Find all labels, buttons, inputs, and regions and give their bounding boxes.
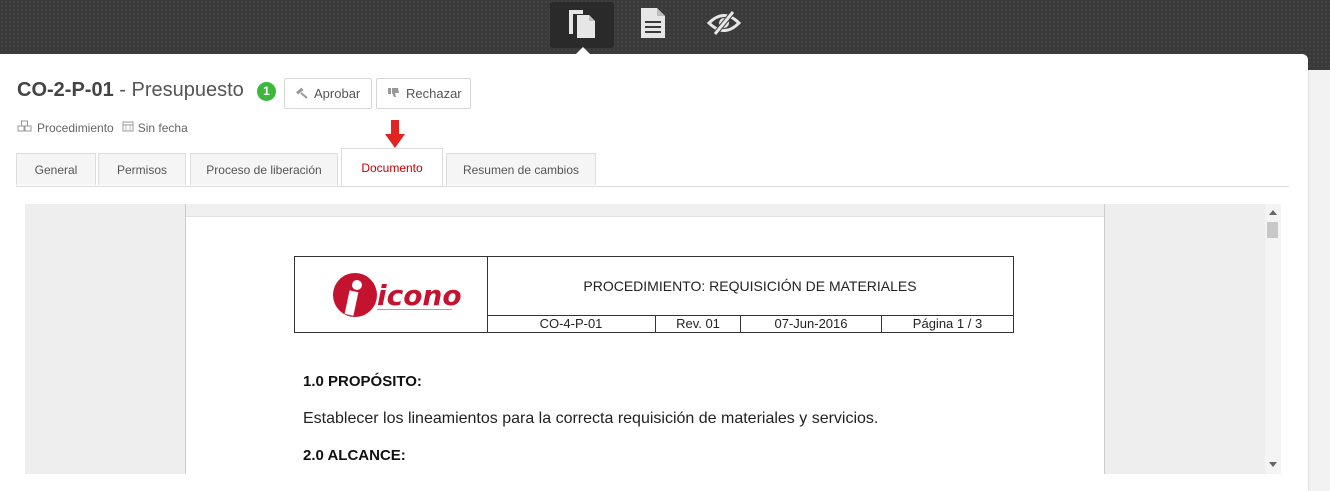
tab-proceso-liberacion[interactable]: Proceso de liberación (190, 153, 338, 185)
scrollbar-thumb[interactable] (1267, 222, 1278, 238)
hide-button[interactable] (692, 2, 756, 48)
section2-title: 2.0 ALCANCE: (303, 447, 406, 464)
gavel-icon (295, 86, 308, 102)
tab-bar: General Permisos Proceso de liberación D… (16, 148, 1289, 187)
revision-cell: Rev. 01 (656, 315, 741, 332)
calendar-icon (122, 120, 134, 135)
section1-text: Establecer los lineamientos para la corr… (303, 410, 879, 427)
count-badge: 1 (257, 82, 276, 101)
document-meta: Procedimiento Sin fecha (17, 120, 188, 135)
title-separator: - (113, 79, 132, 101)
tab-documento[interactable]: Documento (341, 148, 443, 186)
page-top-edge (186, 204, 1104, 217)
tab-label: Permisos (116, 162, 167, 177)
active-view-caret (575, 47, 591, 55)
document-text-icon (639, 6, 667, 45)
company-logo: icono (295, 257, 488, 332)
document-text-button[interactable] (621, 2, 685, 48)
doc-code-cell: CO-4-P-01 (487, 315, 656, 332)
procedure-title: PROCEDIMIENTO: REQUISICIÓN DE MATERIALES (487, 257, 1013, 316)
document-name: Presupuesto (131, 79, 244, 101)
page-cell: Página 1 / 3 (912, 316, 983, 331)
scroll-up-icon[interactable] (1269, 210, 1277, 215)
document-page: icono PROCEDIMIENTO: REQUISICIÓN DE MATE… (185, 204, 1105, 474)
reject-button[interactable]: Rechazar (376, 78, 471, 109)
document-header-table: icono PROCEDIMIENTO: REQUISICIÓN DE MATE… (294, 256, 1014, 333)
cubes-icon (17, 120, 33, 135)
tab-resumen-cambios[interactable]: Resumen de cambios (446, 153, 596, 185)
documents-view-button[interactable] (550, 2, 614, 48)
tab-label: Resumen de cambios (462, 162, 580, 177)
thumbs-down-icon (387, 86, 400, 102)
scroll-down-icon[interactable] (1269, 462, 1277, 467)
page-title: CO-2-P-01 - Presupuesto (17, 79, 244, 102)
approve-label: Aprobar (314, 86, 361, 101)
tab-label: Proceso de liberación (206, 162, 322, 177)
approve-button[interactable]: Aprobar (284, 78, 372, 109)
reject-label: Rechazar (406, 86, 462, 101)
section1-title: 1.0 PROPÓSITO: (303, 373, 422, 390)
tab-label: Documento (361, 160, 423, 175)
document-type: Procedimiento (37, 120, 114, 135)
right-strip (1308, 70, 1330, 491)
documents-icon (565, 6, 599, 45)
document-date: Sin fecha (137, 120, 188, 135)
tab-general[interactable]: General (16, 153, 96, 185)
document-viewer[interactable]: icono PROCEDIMIENTO: REQUISICIÓN DE MATE… (25, 204, 1281, 474)
viewer-scrollbar[interactable] (1265, 204, 1281, 474)
eye-slash-icon (706, 9, 742, 41)
logo-text: icono (377, 279, 462, 312)
date-cell: 07-Jun-2016 (741, 315, 882, 332)
tab-label: General (34, 162, 78, 177)
tab-permisos[interactable]: Permisos (98, 153, 186, 185)
document-code: CO-2-P-01 (17, 79, 114, 101)
